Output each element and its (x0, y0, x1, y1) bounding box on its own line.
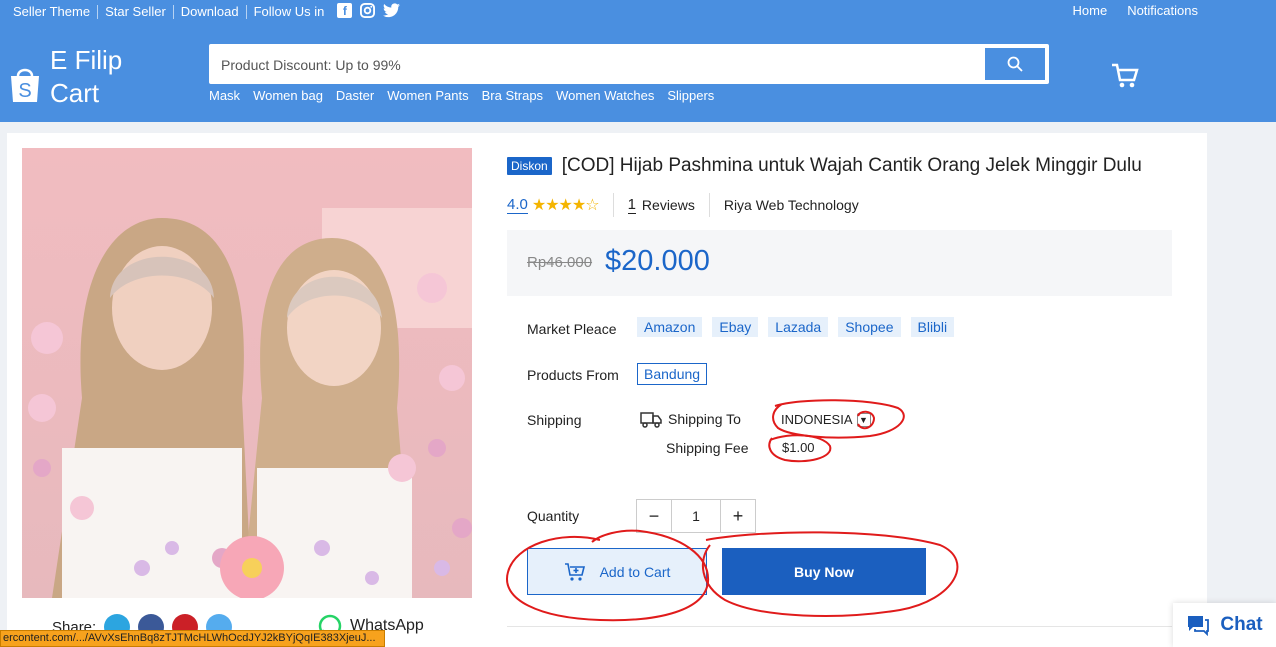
review-count[interactable]: 1 (627, 196, 636, 214)
shipping-fee-label: Shipping Fee (666, 440, 749, 456)
category-links: Mask Women bag Daster Women Pants Bra St… (209, 88, 714, 103)
buy-now-button[interactable]: Buy Now (722, 548, 926, 595)
shipping-to: Shipping To (640, 410, 741, 428)
decrement-button[interactable]: − (637, 500, 671, 532)
buy-now-label: Buy Now (794, 563, 854, 580)
site-logo[interactable]: S E Filip Cart (8, 44, 122, 110)
market-place-label: Market Pleace (527, 321, 617, 337)
home-link[interactable]: Home (1073, 3, 1108, 18)
category-link[interactable]: Women Watches (556, 88, 654, 103)
shopping-bag-icon: S (8, 66, 42, 102)
shipping-fee-value: $1.00 (782, 440, 815, 455)
facebook-icon[interactable]: f (337, 3, 353, 18)
quantity-stepper: − 1 + (636, 499, 756, 533)
browser-status-url: ercontent.com/.../AVvXsEhnBq8zTJTMcHLWhO… (0, 630, 385, 647)
shipping-label: Shipping (527, 412, 582, 428)
quantity-label: Quantity (527, 508, 580, 524)
original-price: Rp46.000 (527, 254, 593, 271)
seller-name[interactable]: Riya Web Technology (724, 197, 859, 213)
market-tag[interactable]: Shopee (838, 317, 901, 337)
rating-value: 4.0 (507, 196, 528, 214)
product-image[interactable] (22, 148, 472, 598)
rating-row: 4.0 ★★★★☆ 1 Reviews Riya Web Technology (507, 193, 859, 217)
market-tag[interactable]: Amazon (637, 317, 703, 337)
market-tag[interactable]: Lazada (768, 317, 829, 337)
search-button[interactable] (985, 48, 1045, 80)
divider (507, 626, 1172, 627)
chevron-down-icon[interactable]: ▼ (856, 412, 871, 427)
sale-price: $20.000 (605, 245, 710, 277)
logo-text-line1: E Filip (50, 45, 123, 75)
logo-text-line2: Cart (50, 78, 100, 108)
search-input[interactable] (221, 54, 981, 76)
quantity-input[interactable]: 1 (671, 500, 721, 532)
market-place-list: Amazon Ebay Lazada Shopee Blibli (637, 317, 955, 337)
notifications-link[interactable]: Notifications (1127, 3, 1198, 18)
shipping-country: INDONESIA (781, 412, 853, 427)
chat-button[interactable]: Chat (1173, 603, 1276, 647)
top-bar: Seller Theme Star Seller Download Follow… (0, 0, 1276, 22)
discount-badge: Diskon (507, 157, 552, 175)
add-to-cart-button[interactable]: Add to Cart (527, 548, 707, 595)
svg-text:S: S (18, 80, 31, 102)
instagram-icon[interactable] (360, 3, 376, 21)
product-title: [COD] Hijab Pashmina untuk Wajah Cantik … (561, 155, 1142, 176)
truck-icon (640, 412, 662, 428)
products-from-tag[interactable]: Bandung (637, 363, 708, 385)
product-title-row: Diskon [COD] Hijab Pashmina untuk Wajah … (507, 155, 1142, 177)
chat-label: Chat (1220, 614, 1263, 635)
products-from-label: Products From (527, 367, 619, 383)
seller-theme-link[interactable]: Seller Theme (6, 5, 99, 19)
shipping-to-label: Shipping To (668, 411, 741, 427)
follow-us-label: Follow Us in (253, 4, 325, 19)
market-tag[interactable]: Blibli (910, 317, 955, 337)
search-icon (1007, 56, 1023, 72)
category-link[interactable]: Bra Straps (482, 88, 543, 103)
shipping-country-select[interactable]: INDONESIA ▼ (781, 412, 871, 427)
market-tag[interactable]: Ebay (712, 317, 759, 337)
star-seller-link[interactable]: Star Seller (98, 5, 174, 19)
cart-icon[interactable] (1110, 62, 1140, 93)
rating-stars-icon: ★★★★☆ (531, 197, 600, 214)
category-link[interactable]: Mask (209, 88, 240, 103)
category-link[interactable]: Daster (336, 88, 374, 103)
price-box: Rp46.000 $20.000 (507, 230, 1172, 296)
download-link[interactable]: Download (174, 5, 247, 19)
twitter-icon[interactable] (383, 3, 401, 21)
category-link[interactable]: Women bag (253, 88, 323, 103)
site-header: Seller Theme Star Seller Download Follow… (0, 0, 1276, 122)
search-bar (209, 44, 1049, 84)
add-to-cart-label: Add to Cart (599, 563, 671, 580)
category-link[interactable]: Slippers (667, 88, 714, 103)
reviews-label: Reviews (641, 197, 695, 213)
add-cart-icon (564, 562, 585, 581)
chat-icon (1188, 616, 1210, 636)
increment-button[interactable]: + (721, 500, 755, 532)
category-link[interactable]: Women Pants (387, 88, 468, 103)
